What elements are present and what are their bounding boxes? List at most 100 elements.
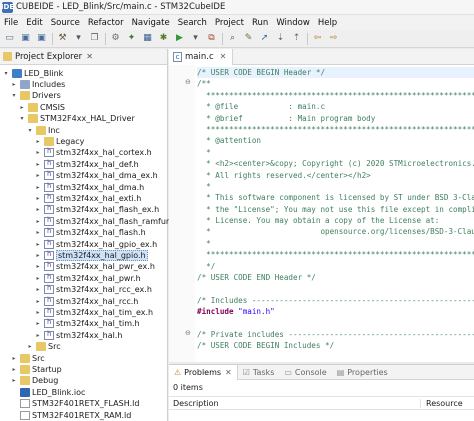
- fold-toggle-icon[interactable]: ⊖: [185, 329, 191, 337]
- tree-item[interactable]: ▸ stm32f4xx_hal_tim.h: [34, 318, 140, 330]
- tree-item[interactable]: ▾ STM32F4xx_HAL_Driver: [18, 113, 135, 125]
- tree-item[interactable]: ▸ Src: [26, 341, 61, 353]
- debug-icon[interactable]: ✦: [126, 33, 137, 44]
- tab-main-c[interactable]: c main.c ✕: [169, 48, 234, 65]
- column-header-description[interactable]: Description: [169, 398, 421, 408]
- menu-run[interactable]: Run: [248, 18, 272, 28]
- tab-properties[interactable]: ▤ Properties: [332, 365, 393, 380]
- tree-item[interactable]: ▾ Inc: [26, 124, 60, 136]
- menu-navigate[interactable]: Navigate: [128, 18, 174, 28]
- chevron-right-icon[interactable]: ▸: [26, 343, 34, 350]
- tree-item[interactable]: ▸ stm32f4xx_hal_rcc_ex.h: [34, 284, 152, 296]
- tree-item[interactable]: STM32F401RETX_RAM.ld: [10, 409, 131, 421]
- run-dropdown-icon[interactable]: ▾: [190, 33, 201, 44]
- tree-item[interactable]: ▸ Legacy: [34, 135, 84, 147]
- forward-icon[interactable]: ⇨: [328, 33, 339, 44]
- menu-refactor[interactable]: Refactor: [84, 18, 128, 28]
- tree-item[interactable]: STM32F401RETX_FLASH.ld: [10, 398, 139, 410]
- tree-item[interactable]: ▸ stm32f4xx_hal_tim_ex.h: [34, 306, 153, 318]
- build-dropdown-icon[interactable]: ▾: [73, 33, 84, 44]
- search-icon[interactable]: ⌕: [227, 33, 238, 44]
- chevron-right-icon[interactable]: ▸: [34, 206, 42, 213]
- chevron-right-icon[interactable]: ▸: [34, 172, 42, 179]
- menu-edit[interactable]: Edit: [22, 18, 46, 28]
- tree-item[interactable]: ▸ stm32f4xx_hal_flash_ex.h: [34, 204, 159, 216]
- tab-problems[interactable]: ⚠ Problems ✕: [169, 364, 238, 380]
- tree-item[interactable]: ▾ LED_Blink: [2, 67, 63, 79]
- tree-item[interactable]: ▸ stm32f4xx_hal_gpio.h: [34, 249, 148, 261]
- tree-item[interactable]: ▸ stm32f4xx_hal_pwr_ex.h: [34, 261, 155, 273]
- tree-item[interactable]: ▸ stm32f4xx_hal_exti.h: [34, 192, 141, 204]
- chevron-right-icon[interactable]: ▸: [34, 298, 42, 305]
- tree-item[interactable]: ▸ stm32f4xx_hal_pwr.h: [34, 272, 141, 284]
- fold-toggle-icon[interactable]: ⊖: [185, 78, 191, 86]
- tree-item[interactable]: ▸ stm32f4xx_hal_flash_ramfunc: [34, 215, 175, 227]
- gear-icon[interactable]: ⚙: [110, 33, 121, 44]
- chevron-right-icon[interactable]: ▸: [34, 252, 42, 259]
- external-tools-icon[interactable]: ⧉: [206, 33, 217, 44]
- menu-project[interactable]: Project: [211, 18, 248, 28]
- save-icon[interactable]: ▣: [20, 33, 31, 44]
- tree-item[interactable]: ▸ Startup: [10, 363, 62, 375]
- hammer-icon[interactable]: ⚒: [57, 33, 68, 44]
- tree-item[interactable]: ▸ Debug: [10, 375, 58, 387]
- close-icon[interactable]: ✕: [86, 52, 93, 61]
- bug-icon[interactable]: ✱: [158, 33, 169, 44]
- close-icon[interactable]: ✕: [225, 368, 232, 377]
- chevron-right-icon[interactable]: ▸: [34, 218, 42, 225]
- chevron-down-icon[interactable]: ▾: [18, 115, 26, 122]
- chip-icon[interactable]: ▦: [142, 33, 153, 44]
- chevron-right-icon[interactable]: ▸: [34, 184, 42, 191]
- close-icon[interactable]: ✕: [220, 52, 227, 61]
- tree-item[interactable]: ▸ stm32f4xx_hal.h: [34, 329, 122, 341]
- chevron-right-icon[interactable]: ▸: [34, 275, 42, 282]
- chevron-right-icon[interactable]: ▸: [34, 138, 42, 145]
- tree-item[interactable]: ▸ stm32f4xx_hal_def.h: [34, 158, 139, 170]
- chevron-right-icon[interactable]: ▸: [34, 320, 42, 327]
- tree-item[interactable]: ▸ Includes: [10, 78, 65, 90]
- tree-item[interactable]: ▸ stm32f4xx_hal_cortex.h: [34, 147, 152, 159]
- chevron-right-icon[interactable]: ▸: [34, 286, 42, 293]
- new-file-icon[interactable]: ▭: [4, 33, 15, 44]
- run-icon[interactable]: ▶: [174, 33, 185, 44]
- chevron-right-icon[interactable]: ▸: [34, 161, 42, 168]
- save-all-icon[interactable]: ▣: [36, 33, 47, 44]
- menu-help[interactable]: Help: [314, 18, 341, 28]
- chevron-right-icon[interactable]: ▸: [10, 81, 18, 88]
- copy-icon[interactable]: ❐: [89, 33, 100, 44]
- chevron-down-icon[interactable]: ▾: [2, 70, 10, 77]
- tree-item[interactable]: ▸ stm32f4xx_hal_gpio_ex.h: [34, 238, 157, 250]
- menu-file[interactable]: File: [0, 18, 22, 28]
- chevron-right-icon[interactable]: ▸: [34, 229, 42, 236]
- menu-search[interactable]: Search: [174, 18, 211, 28]
- project-explorer-tab[interactable]: Project Explorer ✕: [0, 49, 167, 65]
- chevron-right-icon[interactable]: ▸: [34, 263, 42, 270]
- chevron-right-icon[interactable]: ▸: [34, 241, 42, 248]
- chevron-right-icon[interactable]: ▸: [34, 309, 42, 316]
- tree-item[interactable]: ▸ CMSIS: [18, 101, 65, 113]
- menu-window[interactable]: Window: [272, 18, 314, 28]
- tree-item[interactable]: ▸ stm32f4xx_hal_dma_ex.h: [34, 170, 158, 182]
- chevron-down-icon[interactable]: ▾: [10, 92, 18, 99]
- chevron-right-icon[interactable]: ▸: [34, 195, 42, 202]
- tree-item[interactable]: ▸ stm32f4xx_hal_flash.h: [34, 227, 146, 239]
- tree-item[interactable]: LED_Blink.ioc: [10, 386, 85, 398]
- chevron-right-icon[interactable]: ▸: [34, 149, 42, 156]
- chevron-right-icon[interactable]: ▸: [10, 366, 18, 373]
- tree-item[interactable]: ▸ Src: [10, 352, 45, 364]
- next-annotation-icon[interactable]: ⇣: [275, 33, 286, 44]
- arrow-icon[interactable]: ➚: [259, 33, 270, 44]
- tab-console[interactable]: ▭ Console: [279, 365, 331, 380]
- chevron-right-icon[interactable]: ▸: [18, 104, 26, 111]
- menu-source[interactable]: Source: [47, 18, 84, 28]
- chevron-right-icon[interactable]: ▸: [34, 332, 42, 339]
- back-icon[interactable]: ⇦: [312, 33, 323, 44]
- tree-item[interactable]: ▸ stm32f4xx_hal_dma.h: [34, 181, 144, 193]
- chevron-right-icon[interactable]: ▸: [10, 377, 18, 384]
- tab-tasks[interactable]: ☑ Tasks: [238, 365, 280, 380]
- previous-annotation-icon[interactable]: ⇡: [291, 33, 302, 44]
- chevron-right-icon[interactable]: ▸: [10, 355, 18, 362]
- tree-item[interactable]: ▸ stm32f4xx_hal_rcc.h: [34, 295, 138, 307]
- column-header-resource[interactable]: Resource: [421, 399, 463, 408]
- tree-item[interactable]: ▾ Drivers: [10, 90, 61, 102]
